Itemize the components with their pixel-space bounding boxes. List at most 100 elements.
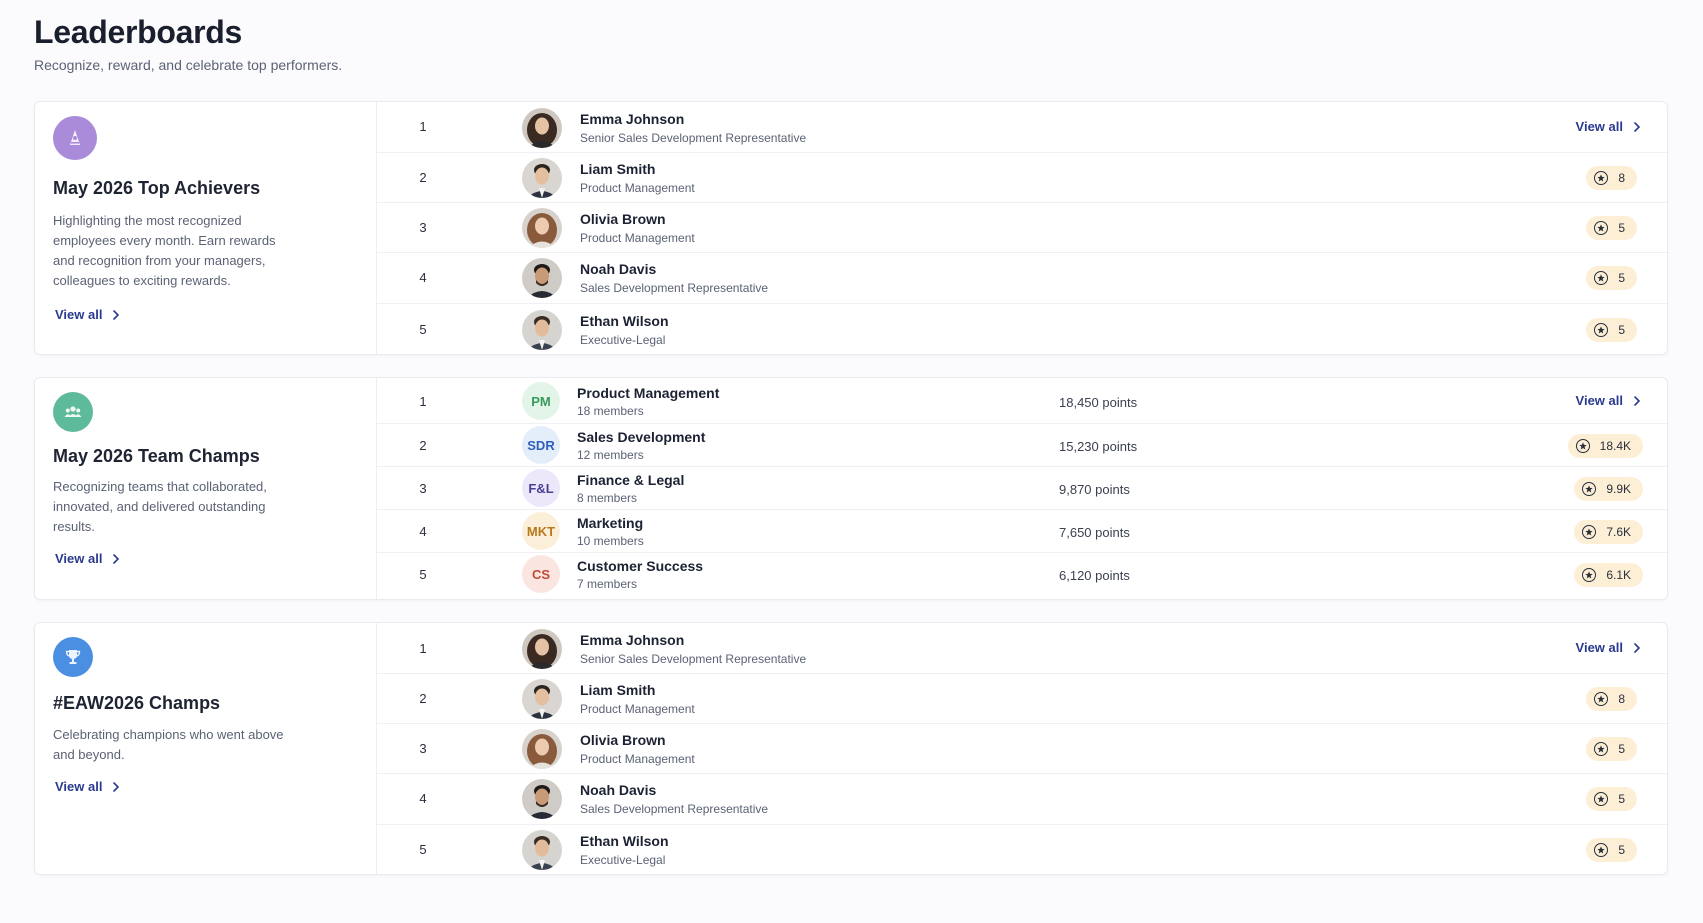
star-icon <box>1582 482 1597 496</box>
table-row[interactable]: 4 MKT Marketing 10 members 7,650 points … <box>377 510 1667 553</box>
person-role: Product Management <box>580 752 695 766</box>
person-role: Executive-Legal <box>580 333 666 347</box>
badge-value: 5 <box>1618 323 1625 337</box>
board-description: Highlighting the most recognized employe… <box>53 213 276 288</box>
badge-value: 8 <box>1618 171 1625 185</box>
table-row[interactable]: 4 Noah Davis Sales Development Represent… <box>377 253 1667 304</box>
points-badge: 5 <box>1586 838 1637 862</box>
table-row[interactable]: 3 Olivia Brown Product Management 5 <box>377 724 1667 774</box>
board-info: May 2026 Team Champs Recognizing teams t… <box>35 378 377 599</box>
chevron-right-icon <box>1634 395 1641 406</box>
person-name: Emma Johnson <box>580 632 685 648</box>
person-role: Product Management <box>580 702 695 716</box>
table-row[interactable]: 4 Noah Davis Sales Development Represent… <box>377 774 1667 825</box>
badge-value: 6.1K <box>1606 568 1631 582</box>
points-badge: 5 <box>1586 216 1637 240</box>
person-name: Olivia Brown <box>580 211 666 227</box>
team-members: 12 members <box>577 448 644 462</box>
star-icon <box>1594 171 1609 185</box>
table-row[interactable]: 2 Liam Smith Product Management 8 <box>377 153 1667 203</box>
person-name: Ethan Wilson <box>580 833 669 849</box>
chevron-right-icon <box>113 309 120 320</box>
person-name: Liam Smith <box>580 161 656 177</box>
star-icon <box>1582 568 1597 582</box>
view-all-link[interactable]: View all <box>55 551 122 566</box>
avatar <box>522 679 562 719</box>
leaderboard-card-team-champs: May 2026 Team Champs Recognizing teams t… <box>34 377 1668 600</box>
badge-value: 9.9K <box>1606 482 1631 496</box>
rank-number: 2 <box>419 691 427 706</box>
view-all-link[interactable]: View all <box>55 307 122 322</box>
points-badge: 6.1K <box>1574 563 1643 587</box>
rank-number: 1 <box>419 641 427 656</box>
badge-value: 18.4K <box>1599 439 1631 453</box>
team-avatar: MKT <box>522 512 560 550</box>
team-icon <box>53 392 93 432</box>
view-all-link[interactable]: View all <box>1576 640 1643 655</box>
table-row[interactable]: 2 SDR Sales Development 12 members 15,23… <box>377 424 1667 467</box>
table-row[interactable]: 1 PM Product Management 18 members 18,45… <box>377 378 1667 424</box>
table-row[interactable]: 5 CS Customer Success 7 members 6,120 po… <box>377 553 1667 601</box>
star-icon <box>1594 692 1609 706</box>
avatar <box>522 310 562 350</box>
person-role: Executive-Legal <box>580 853 666 867</box>
team-points: 18,450 points <box>1059 395 1138 410</box>
star-icon <box>1594 271 1609 285</box>
chevron-right-icon <box>1634 121 1641 132</box>
rank-number: 2 <box>419 438 427 453</box>
star-icon <box>1594 323 1609 337</box>
table-row[interactable]: 3 Olivia Brown Product Management 5 <box>377 203 1667 253</box>
trophy-icon <box>53 637 93 677</box>
avatar <box>522 258 562 298</box>
board-info: May 2026 Top Achievers Highlighting the … <box>35 102 377 354</box>
view-all-label: View all <box>1575 393 1623 408</box>
team-name: Finance & Legal <box>577 472 685 488</box>
team-members: 7 members <box>577 577 638 591</box>
team-members: 18 members <box>577 404 644 418</box>
view-all-link[interactable]: View all <box>55 779 122 794</box>
badge-value: 5 <box>1618 843 1625 857</box>
board-title: May 2026 Team Champs <box>53 446 260 466</box>
points-badge: 9.9K <box>1574 477 1643 501</box>
rank-number: 1 <box>419 394 427 409</box>
board-title: #EAW2026 Champs <box>53 693 221 713</box>
view-all-link[interactable]: View all <box>1576 393 1643 408</box>
view-all-link[interactable]: View all <box>1576 119 1643 134</box>
badge-value: 5 <box>1618 792 1625 806</box>
team-avatar: CS <box>522 555 560 593</box>
avatar <box>522 208 562 248</box>
badge-value: 7.6K <box>1606 525 1631 539</box>
team-points: 9,870 points <box>1059 482 1130 497</box>
team-name: Marketing <box>577 515 644 531</box>
points-badge: 5 <box>1586 266 1637 290</box>
table-row[interactable]: 5 Ethan Wilson Executive-Legal 5 <box>377 304 1667 356</box>
team-avatar: SDR <box>522 426 560 464</box>
points-badge: 8 <box>1586 687 1637 711</box>
view-all-label: View all <box>55 307 103 322</box>
points-badge: 5 <box>1586 787 1637 811</box>
ranking-list: 1 Emma Johnson Senior Sales Development … <box>377 102 1667 354</box>
leaderboard-card-top-achievers: May 2026 Top Achievers Highlighting the … <box>34 101 1668 355</box>
team-members: 10 members <box>577 534 644 548</box>
star-icon <box>1594 221 1609 235</box>
page-subtitle: Recognize, reward, and celebrate top per… <box>34 57 343 73</box>
table-row[interactable]: 1 Emma Johnson Senior Sales Development … <box>377 623 1667 674</box>
rank-number: 5 <box>419 842 427 857</box>
badge-value: 5 <box>1618 742 1625 756</box>
points-badge: 8 <box>1586 166 1637 190</box>
team-name: Customer Success <box>577 558 704 574</box>
rank-number: 5 <box>419 567 427 582</box>
table-row[interactable]: 3 F&L Finance & Legal 8 members 9,870 po… <box>377 467 1667 510</box>
table-row[interactable]: 5 Ethan Wilson Executive-Legal 5 <box>377 825 1667 876</box>
points-badge: 18.4K <box>1567 434 1643 458</box>
rank-number: 4 <box>419 791 427 806</box>
avatar <box>522 779 562 819</box>
table-row[interactable]: 2 Liam Smith Product Management 8 <box>377 674 1667 724</box>
table-row[interactable]: 1 Emma Johnson Senior Sales Development … <box>377 102 1667 153</box>
avatar <box>522 158 562 198</box>
avatar <box>522 108 562 148</box>
ranking-list: 1 PM Product Management 18 members 18,45… <box>377 378 1667 599</box>
rank-number: 5 <box>419 322 427 337</box>
view-all-label: View all <box>1575 119 1623 134</box>
badge-value: 8 <box>1618 692 1625 706</box>
